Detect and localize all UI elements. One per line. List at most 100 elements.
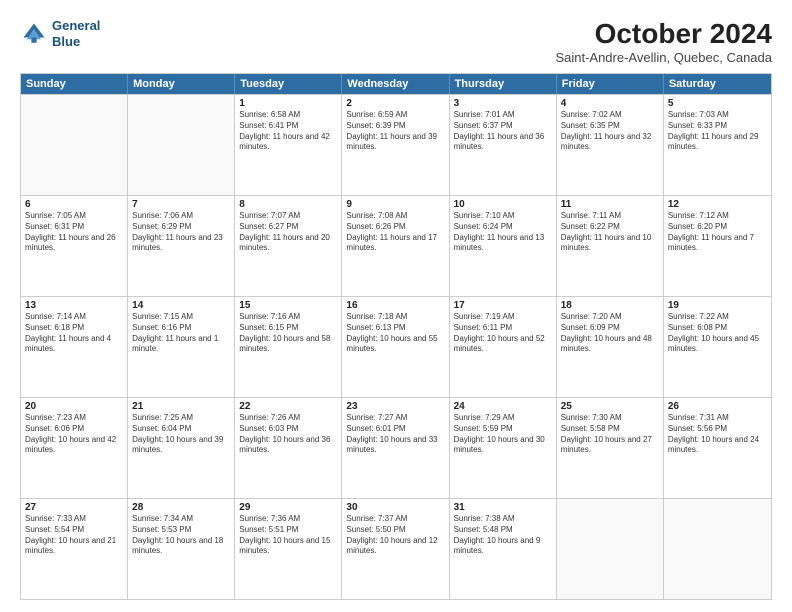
cell-info: Sunrise: 7:26 AM Sunset: 6:03 PM Dayligh… [239, 413, 337, 456]
day-number: 1 [239, 98, 337, 109]
calendar-row-4: 27Sunrise: 7:33 AM Sunset: 5:54 PM Dayli… [21, 498, 771, 599]
cell-info: Sunrise: 7:37 AM Sunset: 5:50 PM Dayligh… [346, 514, 444, 557]
page: General Blue October 2024 Saint-Andre-Av… [0, 0, 792, 612]
calendar-cell [128, 95, 235, 195]
cell-info: Sunrise: 7:03 AM Sunset: 6:33 PM Dayligh… [668, 110, 767, 153]
calendar-cell: 22Sunrise: 7:26 AM Sunset: 6:03 PM Dayli… [235, 398, 342, 498]
calendar-body: 1Sunrise: 6:58 AM Sunset: 6:41 PM Daylig… [21, 94, 771, 599]
cell-info: Sunrise: 7:25 AM Sunset: 6:04 PM Dayligh… [132, 413, 230, 456]
day-number: 4 [561, 98, 659, 109]
day-number: 26 [668, 401, 767, 412]
day-number: 3 [454, 98, 552, 109]
calendar-cell: 28Sunrise: 7:34 AM Sunset: 5:53 PM Dayli… [128, 499, 235, 599]
calendar-cell [664, 499, 771, 599]
calendar-cell: 26Sunrise: 7:31 AM Sunset: 5:56 PM Dayli… [664, 398, 771, 498]
day-number: 20 [25, 401, 123, 412]
cell-info: Sunrise: 7:34 AM Sunset: 5:53 PM Dayligh… [132, 514, 230, 557]
day-number: 10 [454, 199, 552, 210]
calendar-row-2: 13Sunrise: 7:14 AM Sunset: 6:18 PM Dayli… [21, 296, 771, 397]
cell-info: Sunrise: 7:19 AM Sunset: 6:11 PM Dayligh… [454, 312, 552, 355]
logo-text: General Blue [52, 18, 100, 49]
calendar-cell: 17Sunrise: 7:19 AM Sunset: 6:11 PM Dayli… [450, 297, 557, 397]
day-number: 15 [239, 300, 337, 311]
cell-info: Sunrise: 7:05 AM Sunset: 6:31 PM Dayligh… [25, 211, 123, 254]
cell-info: Sunrise: 7:23 AM Sunset: 6:06 PM Dayligh… [25, 413, 123, 456]
day-number: 13 [25, 300, 123, 311]
calendar-cell: 20Sunrise: 7:23 AM Sunset: 6:06 PM Dayli… [21, 398, 128, 498]
calendar-cell: 6Sunrise: 7:05 AM Sunset: 6:31 PM Daylig… [21, 196, 128, 296]
calendar-cell: 31Sunrise: 7:38 AM Sunset: 5:48 PM Dayli… [450, 499, 557, 599]
calendar-cell: 4Sunrise: 7:02 AM Sunset: 6:35 PM Daylig… [557, 95, 664, 195]
calendar: SundayMondayTuesdayWednesdayThursdayFrid… [20, 73, 772, 600]
title-block: October 2024 Saint-Andre-Avellin, Quebec… [555, 18, 772, 65]
calendar-cell: 24Sunrise: 7:29 AM Sunset: 5:59 PM Dayli… [450, 398, 557, 498]
logo-icon [20, 20, 48, 48]
weekday-header-wednesday: Wednesday [342, 74, 449, 94]
weekday-header-friday: Friday [557, 74, 664, 94]
day-number: 11 [561, 199, 659, 210]
calendar-cell: 29Sunrise: 7:36 AM Sunset: 5:51 PM Dayli… [235, 499, 342, 599]
calendar-cell: 15Sunrise: 7:16 AM Sunset: 6:15 PM Dayli… [235, 297, 342, 397]
calendar-row-1: 6Sunrise: 7:05 AM Sunset: 6:31 PM Daylig… [21, 195, 771, 296]
calendar-cell: 18Sunrise: 7:20 AM Sunset: 6:09 PM Dayli… [557, 297, 664, 397]
logo-line1: General [52, 18, 100, 34]
day-number: 6 [25, 199, 123, 210]
weekday-header-monday: Monday [128, 74, 235, 94]
weekday-header-saturday: Saturday [664, 74, 771, 94]
calendar-cell: 11Sunrise: 7:11 AM Sunset: 6:22 PM Dayli… [557, 196, 664, 296]
calendar-cell: 21Sunrise: 7:25 AM Sunset: 6:04 PM Dayli… [128, 398, 235, 498]
location-subtitle: Saint-Andre-Avellin, Quebec, Canada [555, 50, 772, 65]
cell-info: Sunrise: 7:38 AM Sunset: 5:48 PM Dayligh… [454, 514, 552, 557]
cell-info: Sunrise: 6:58 AM Sunset: 6:41 PM Dayligh… [239, 110, 337, 153]
day-number: 23 [346, 401, 444, 412]
cell-info: Sunrise: 7:27 AM Sunset: 6:01 PM Dayligh… [346, 413, 444, 456]
calendar-cell: 10Sunrise: 7:10 AM Sunset: 6:24 PM Dayli… [450, 196, 557, 296]
day-number: 14 [132, 300, 230, 311]
day-number: 30 [346, 502, 444, 513]
cell-info: Sunrise: 7:30 AM Sunset: 5:58 PM Dayligh… [561, 413, 659, 456]
cell-info: Sunrise: 7:20 AM Sunset: 6:09 PM Dayligh… [561, 312, 659, 355]
cell-info: Sunrise: 7:31 AM Sunset: 5:56 PM Dayligh… [668, 413, 767, 456]
logo-line2: Blue [52, 34, 100, 50]
day-number: 12 [668, 199, 767, 210]
day-number: 18 [561, 300, 659, 311]
cell-info: Sunrise: 7:10 AM Sunset: 6:24 PM Dayligh… [454, 211, 552, 254]
cell-info: Sunrise: 7:22 AM Sunset: 6:08 PM Dayligh… [668, 312, 767, 355]
day-number: 7 [132, 199, 230, 210]
day-number: 2 [346, 98, 444, 109]
day-number: 8 [239, 199, 337, 210]
day-number: 22 [239, 401, 337, 412]
cell-info: Sunrise: 7:08 AM Sunset: 6:26 PM Dayligh… [346, 211, 444, 254]
day-number: 19 [668, 300, 767, 311]
header: General Blue October 2024 Saint-Andre-Av… [20, 18, 772, 65]
calendar-cell: 14Sunrise: 7:15 AM Sunset: 6:16 PM Dayli… [128, 297, 235, 397]
cell-info: Sunrise: 7:01 AM Sunset: 6:37 PM Dayligh… [454, 110, 552, 153]
calendar-cell: 9Sunrise: 7:08 AM Sunset: 6:26 PM Daylig… [342, 196, 449, 296]
calendar-cell: 13Sunrise: 7:14 AM Sunset: 6:18 PM Dayli… [21, 297, 128, 397]
day-number: 17 [454, 300, 552, 311]
cell-info: Sunrise: 7:15 AM Sunset: 6:16 PM Dayligh… [132, 312, 230, 355]
cell-info: Sunrise: 7:02 AM Sunset: 6:35 PM Dayligh… [561, 110, 659, 153]
day-number: 25 [561, 401, 659, 412]
day-number: 9 [346, 199, 444, 210]
cell-info: Sunrise: 7:07 AM Sunset: 6:27 PM Dayligh… [239, 211, 337, 254]
calendar-row-3: 20Sunrise: 7:23 AM Sunset: 6:06 PM Dayli… [21, 397, 771, 498]
calendar-cell: 2Sunrise: 6:59 AM Sunset: 6:39 PM Daylig… [342, 95, 449, 195]
calendar-cell: 25Sunrise: 7:30 AM Sunset: 5:58 PM Dayli… [557, 398, 664, 498]
calendar-cell: 5Sunrise: 7:03 AM Sunset: 6:33 PM Daylig… [664, 95, 771, 195]
day-number: 24 [454, 401, 552, 412]
day-number: 28 [132, 502, 230, 513]
month-title: October 2024 [555, 18, 772, 50]
weekday-header-thursday: Thursday [450, 74, 557, 94]
calendar-cell: 19Sunrise: 7:22 AM Sunset: 6:08 PM Dayli… [664, 297, 771, 397]
day-number: 16 [346, 300, 444, 311]
cell-info: Sunrise: 7:18 AM Sunset: 6:13 PM Dayligh… [346, 312, 444, 355]
logo: General Blue [20, 18, 100, 49]
cell-info: Sunrise: 7:11 AM Sunset: 6:22 PM Dayligh… [561, 211, 659, 254]
day-number: 29 [239, 502, 337, 513]
calendar-cell: 12Sunrise: 7:12 AM Sunset: 6:20 PM Dayli… [664, 196, 771, 296]
day-number: 21 [132, 401, 230, 412]
calendar-cell: 3Sunrise: 7:01 AM Sunset: 6:37 PM Daylig… [450, 95, 557, 195]
day-number: 27 [25, 502, 123, 513]
calendar-cell: 16Sunrise: 7:18 AM Sunset: 6:13 PM Dayli… [342, 297, 449, 397]
